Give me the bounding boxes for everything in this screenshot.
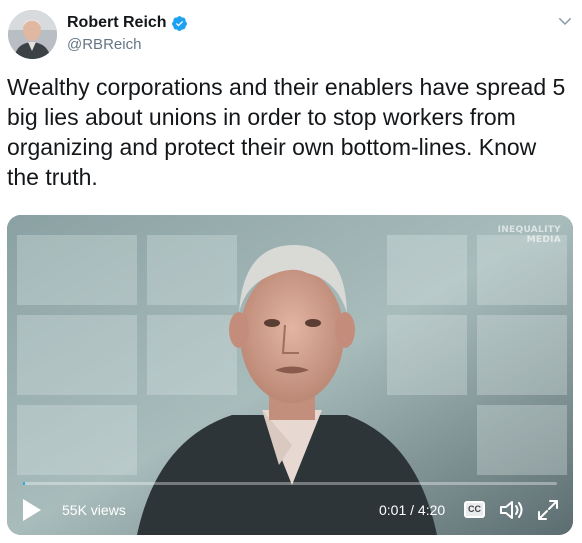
progress-fill: [23, 482, 26, 485]
name-row: Robert Reich: [67, 14, 188, 32]
tweet-text: Wealthy corporations and their enablers …: [7, 74, 566, 190]
tweet-header: Robert Reich @RBReich: [8, 10, 574, 62]
closed-captions-button[interactable]: CC: [464, 501, 485, 518]
view-count: 55K views: [62, 502, 126, 518]
volume-icon[interactable]: [498, 498, 526, 522]
avatar[interactable]: [8, 10, 57, 59]
display-name[interactable]: Robert Reich: [67, 14, 167, 32]
play-icon[interactable]: [21, 497, 43, 523]
fullscreen-icon[interactable]: [537, 498, 559, 522]
progress-bar[interactable]: [23, 482, 557, 485]
avatar-photo: [8, 10, 57, 59]
chevron-down-icon[interactable]: [556, 12, 574, 30]
handle[interactable]: @RBReich: [67, 36, 141, 53]
time-display: 0:01 / 4:20: [379, 502, 446, 518]
tweet-card: Robert Reich @RBReich Wealthy corporatio…: [0, 0, 582, 543]
watermark: INEQUALITY MEDIA: [497, 225, 561, 245]
video-player[interactable]: INEQUALITY MEDIA 55K views 0:01 / 4:20 C…: [7, 215, 573, 535]
verified-badge-icon: [171, 15, 187, 31]
video-controls: 55K views 0:01 / 4:20 CC: [7, 487, 573, 535]
